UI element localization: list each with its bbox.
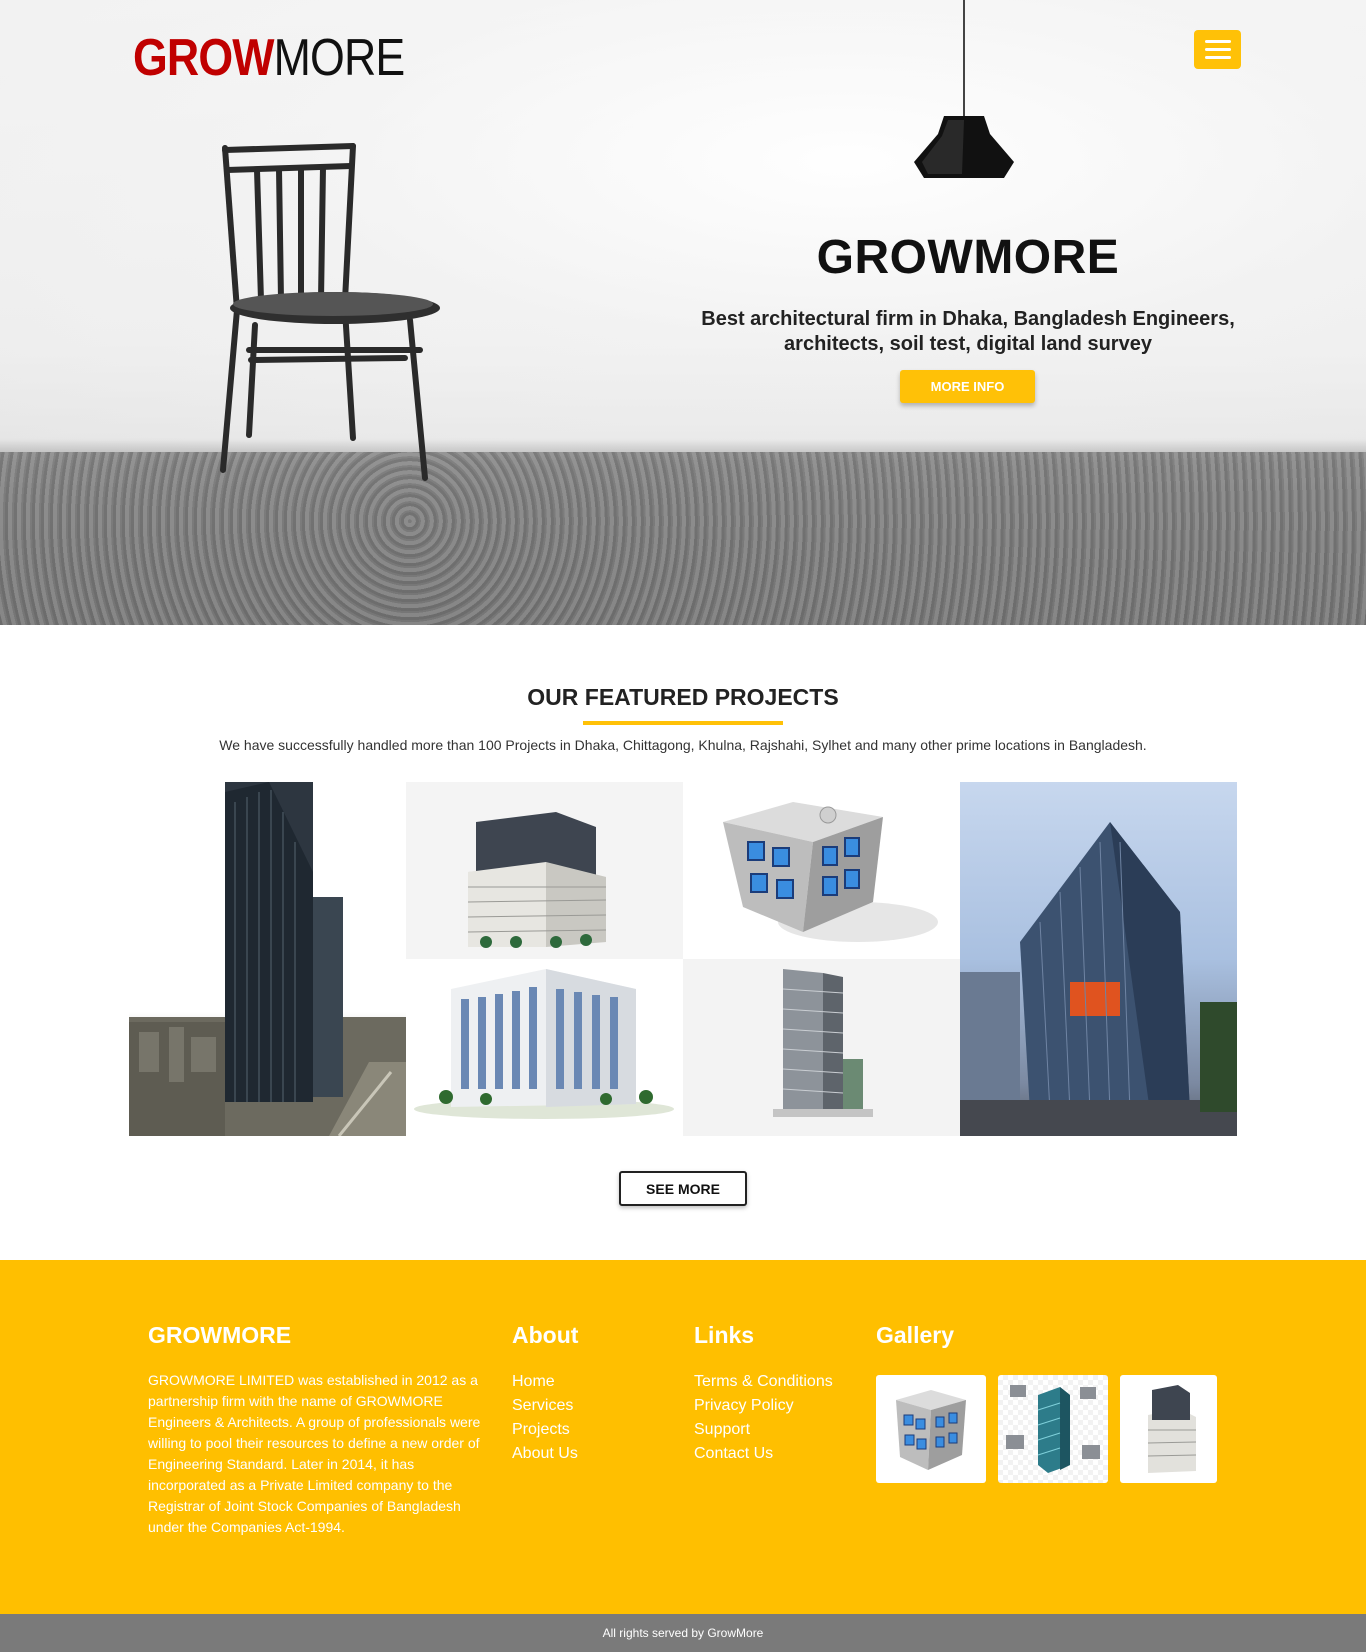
featured-projects-description: We have successfully handled more than 1…	[219, 737, 1147, 753]
more-info-button[interactable]: MORE INFO	[900, 370, 1035, 403]
hero-section: GROWMORE GROWMORE Best architectural fir…	[0, 0, 1366, 625]
footer: GROWMORE GROWMORE LIMITED was establishe…	[0, 1260, 1366, 1614]
project-image-tower[interactable]	[129, 782, 406, 1136]
pendant-lamp-image	[914, 116, 1014, 178]
site-logo[interactable]: GROWMORE	[133, 29, 406, 87]
hero-title: GROWMORE	[816, 231, 1120, 284]
project-image-slim-tower[interactable]	[683, 959, 960, 1136]
footer-link-contact[interactable]: Contact Us	[694, 1442, 833, 1466]
footer-links-heading: Links	[694, 1322, 755, 1348]
logo-part-more: MORE	[273, 29, 406, 87]
project-image-hotel-building[interactable]	[406, 959, 683, 1136]
footer-link-projects[interactable]: Projects	[512, 1418, 578, 1442]
logo-part-grow: GROW	[133, 29, 274, 87]
hamburger-menu-button[interactable]	[1194, 30, 1241, 69]
gallery-thumb-office[interactable]	[1120, 1375, 1217, 1483]
footer-about-text: GROWMORE LIMITED was established in 2012…	[148, 1372, 481, 1535]
footer-about-heading: About	[512, 1322, 579, 1348]
footer-link-about-us[interactable]: About Us	[512, 1442, 578, 1466]
footer-link-privacy[interactable]: Privacy Policy	[694, 1394, 833, 1418]
featured-projects-title: OUR FEATURED PROJECTS	[527, 684, 839, 710]
footer-link-services[interactable]: Services	[512, 1394, 578, 1418]
project-image-cube-building[interactable]	[683, 782, 960, 959]
footer-link-support[interactable]: Support	[694, 1418, 833, 1442]
hero-subtitle: Best architectural firm in Dhaka, Bangla…	[701, 308, 1235, 355]
hero-floor	[0, 452, 1366, 625]
hamburger-icon-bar	[1204, 56, 1231, 59]
hamburger-icon-bar	[1204, 48, 1231, 51]
project-gallery-grid	[129, 782, 1237, 1136]
chair-image	[220, 143, 440, 481]
hamburger-icon-bar	[1204, 40, 1231, 43]
project-image-office-block[interactable]	[406, 782, 683, 959]
gallery-thumb-isometric[interactable]	[998, 1375, 1108, 1483]
footer-link-home[interactable]: Home	[512, 1370, 578, 1394]
footer-links-list: Terms & Conditions Privacy Policy Suppor…	[694, 1370, 833, 1466]
title-underline	[583, 721, 783, 725]
footer-about-list: Home Services Projects About Us	[512, 1370, 578, 1466]
footer-gallery-heading: Gallery	[876, 1322, 954, 1348]
see-more-button[interactable]: SEE MORE	[619, 1171, 747, 1206]
footer-link-terms[interactable]: Terms & Conditions	[694, 1370, 833, 1394]
gallery-thumb-cube[interactable]	[876, 1375, 986, 1483]
footer-brand-heading: GROWMORE	[148, 1322, 292, 1348]
project-image-glass-tower[interactable]	[960, 782, 1237, 1136]
lamp-cord	[963, 0, 965, 118]
copyright-bar: All rights served by GrowMore	[0, 1614, 1366, 1652]
